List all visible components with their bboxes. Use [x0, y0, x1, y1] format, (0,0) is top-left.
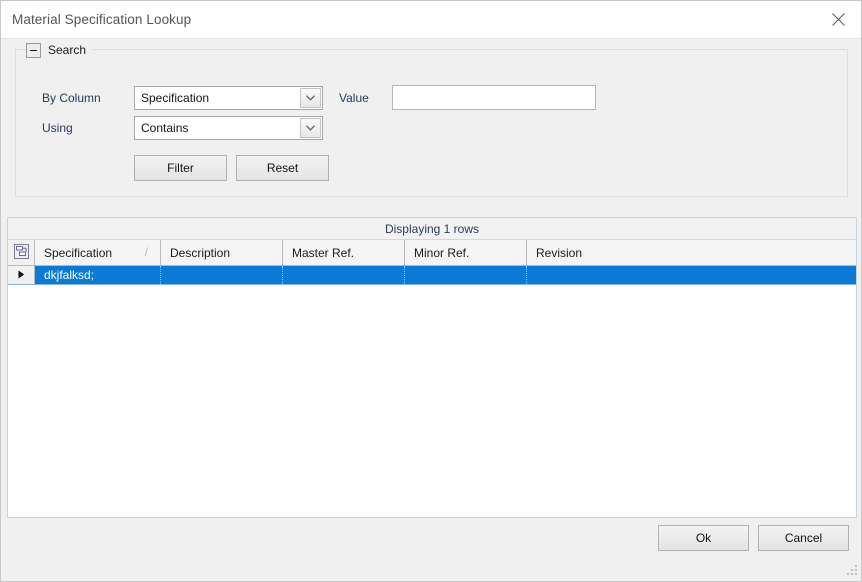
table-cell-minor-ref[interactable]: [405, 266, 527, 284]
using-label: Using: [42, 121, 73, 135]
column-header-label: Description: [170, 245, 231, 260]
results-grid: Displaying 1 rows Specification / Descri…: [7, 217, 857, 518]
grid-empty-area: [8, 285, 856, 517]
column-header-label: Specification: [44, 245, 113, 260]
table-cell-text: dkjfalksd;: [44, 268, 95, 282]
dialog-window: Material Specification Lookup Search By …: [0, 0, 862, 582]
minus-icon: [30, 49, 37, 51]
ok-button[interactable]: Ok: [658, 525, 749, 551]
column-header-specification[interactable]: Specification /: [35, 240, 161, 265]
cancel-button[interactable]: Cancel: [758, 525, 849, 551]
search-groupbox-title: Search: [48, 43, 87, 57]
table-row[interactable]: dkjfalksd;: [8, 266, 856, 285]
search-groupbox: Search By Column Using Value Specificati…: [15, 40, 848, 197]
column-header-label: Minor Ref.: [414, 245, 470, 260]
row-indicator: [8, 266, 35, 284]
by-column-select[interactable]: Specification: [134, 86, 323, 110]
search-groupbox-header: Search: [26, 40, 93, 60]
grid-select-all-icon: [13, 243, 29, 262]
column-header-description[interactable]: Description: [161, 240, 283, 265]
table-cell-description[interactable]: [161, 266, 283, 284]
chevron-down-icon[interactable]: [300, 118, 321, 138]
value-input[interactable]: [392, 85, 596, 110]
using-select-value: Contains: [141, 121, 189, 135]
column-header-minor-ref[interactable]: Minor Ref.: [405, 240, 527, 265]
column-header-master-ref[interactable]: Master Ref.: [283, 240, 405, 265]
title-bar: Material Specification Lookup: [1, 1, 861, 39]
using-select[interactable]: Contains: [134, 116, 323, 140]
row-arrow-icon: [18, 268, 25, 282]
column-header-label: Revision: [536, 245, 583, 260]
table-cell-master-ref[interactable]: [283, 266, 405, 284]
grid-caption: Displaying 1 rows: [8, 218, 856, 240]
column-header-revision[interactable]: Revision: [527, 240, 856, 265]
window-title: Material Specification Lookup: [12, 12, 192, 27]
grid-select-all-button[interactable]: [8, 240, 35, 265]
by-column-select-value: Specification: [141, 91, 210, 105]
column-header-label: Master Ref.: [292, 245, 355, 260]
value-label: Value: [339, 91, 369, 105]
sort-indicator-icon: /: [144, 245, 148, 259]
close-icon: [831, 13, 845, 26]
by-column-label: By Column: [42, 91, 101, 105]
close-button[interactable]: [815, 1, 861, 38]
resize-grip[interactable]: [845, 565, 858, 578]
table-cell-revision[interactable]: [527, 266, 856, 284]
collapse-toggle-button[interactable]: [26, 42, 41, 58]
chevron-down-icon[interactable]: [300, 88, 321, 108]
grid-header-row: Specification / Description Master Ref. …: [8, 240, 856, 266]
reset-button[interactable]: Reset: [236, 155, 329, 181]
filter-button[interactable]: Filter: [134, 155, 227, 181]
table-cell-specification[interactable]: dkjfalksd;: [35, 266, 161, 284]
